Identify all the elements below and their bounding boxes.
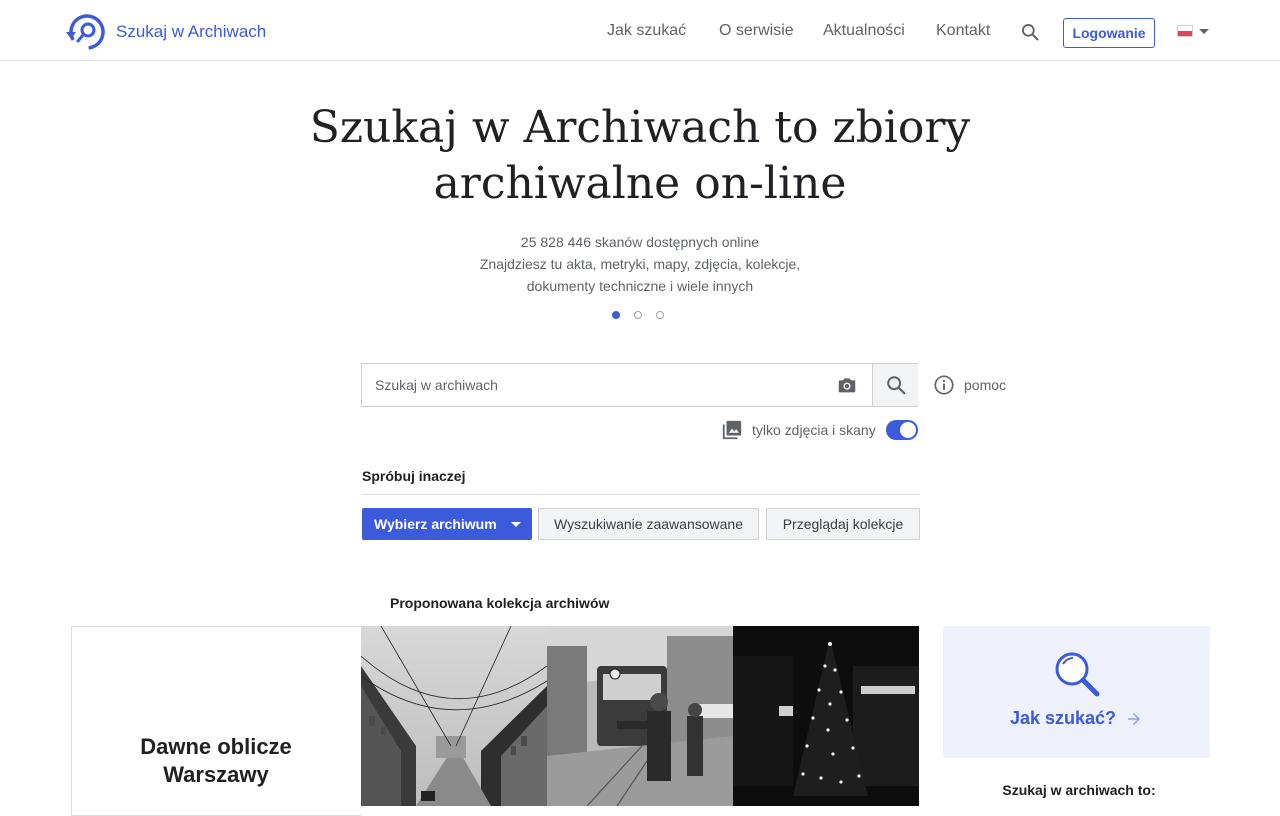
page-title: Szukaj w Archiwach to zbiory archiwalne …	[240, 100, 1040, 212]
hero-subtitle: 25 828 446 skanów dostępnych online Znaj…	[340, 231, 940, 297]
collection-photo-tram[interactable]	[547, 626, 733, 806]
logo-text: Szukaj w Archiwach	[116, 22, 267, 41]
collection-photo-christmas-tree[interactable]	[733, 626, 919, 806]
collection-photo-street[interactable]	[361, 626, 547, 806]
advanced-search-button[interactable]: Wyszukiwanie zaawansowane	[538, 508, 759, 540]
arrow-right-icon	[1128, 713, 1141, 726]
polish-flag-icon	[1177, 25, 1193, 37]
page-title-line-2: archiwalne on-line	[433, 158, 847, 209]
collection-title-line-2: Warszawy	[163, 762, 269, 787]
language-selector[interactable]	[1177, 25, 1209, 37]
carousel-dot-2[interactable]	[634, 311, 642, 319]
help-link[interactable]: pomoc	[933, 374, 1006, 396]
nav-item-news[interactable]: Aktualności	[823, 22, 905, 40]
camera-icon[interactable]	[836, 374, 858, 401]
page-title-line-1: Szukaj w Archiwach to zbiory	[309, 102, 971, 153]
hero-description-line-1: Znajdziesz tu akta, metryki, mapy, zdjęc…	[479, 256, 801, 272]
login-button[interactable]: Logowanie	[1063, 18, 1155, 48]
carousel-dot-3[interactable]	[656, 311, 664, 319]
archives-info-heading: Szukaj w archiwach to:	[1002, 782, 1156, 798]
nav-item-contact[interactable]: Kontakt	[936, 22, 990, 40]
carousel-dot-1[interactable]	[612, 311, 620, 319]
how-to-search-card[interactable]: Jak szukać?	[943, 626, 1210, 758]
photos-only-filter: tylko zdjęcia i skany	[721, 419, 918, 441]
search-input[interactable]	[362, 364, 848, 406]
info-icon	[934, 375, 954, 395]
hero-description-line-2: dokumenty techniczne i wiele innych	[526, 278, 754, 294]
chevron-down-icon	[1199, 28, 1209, 34]
collection-card[interactable]: Dawne oblicze Warszawy	[71, 626, 361, 816]
choose-archive-label: Wybierz archiwum	[374, 516, 497, 532]
how-to-search-label: Jak szukać?	[1009, 708, 1117, 728]
top-navigation-bar: Szukaj w Archiwach Jak szukać O serwisie…	[0, 0, 1280, 61]
help-label: pomoc	[964, 377, 1007, 393]
search-icon[interactable]	[1020, 22, 1040, 47]
how-to-search-link[interactable]: Jak szukać?	[943, 708, 1210, 729]
nav-item-how-to-search[interactable]: Jak szukać	[607, 22, 686, 40]
scan-count-text: 25 828 446 skanów dostępnych online	[520, 234, 760, 250]
collection-title-line-1: Dawne oblicze	[140, 734, 292, 759]
search-submit-button[interactable]	[872, 364, 918, 406]
photos-only-toggle[interactable]	[885, 420, 918, 440]
chevron-down-icon[interactable]	[500, 508, 532, 540]
site-logo-link[interactable]: Szukaj w Archiwach	[66, 13, 266, 51]
search-icon	[886, 376, 905, 395]
carousel-dots	[612, 311, 664, 319]
collection-title: Dawne oblicze Warszawy	[72, 733, 360, 789]
choose-archive-button[interactable]: Wybierz archiwum	[362, 508, 532, 540]
logo-icon	[66, 14, 105, 50]
image-stack-icon	[722, 420, 742, 440]
browse-collections-button[interactable]: Przeglądaj kolekcje	[766, 508, 920, 540]
search-box	[361, 363, 918, 407]
try-differently-heading: Spróbuj inaczej	[362, 468, 466, 484]
magnifier-icon	[1055, 652, 1100, 697]
divider	[362, 494, 920, 495]
nav-item-about[interactable]: O serwisie	[719, 22, 794, 40]
suggested-collection-heading: Proponowana kolekcja archiwów	[390, 595, 610, 611]
photos-only-label: tylko zdjęcia i skany	[752, 422, 876, 438]
